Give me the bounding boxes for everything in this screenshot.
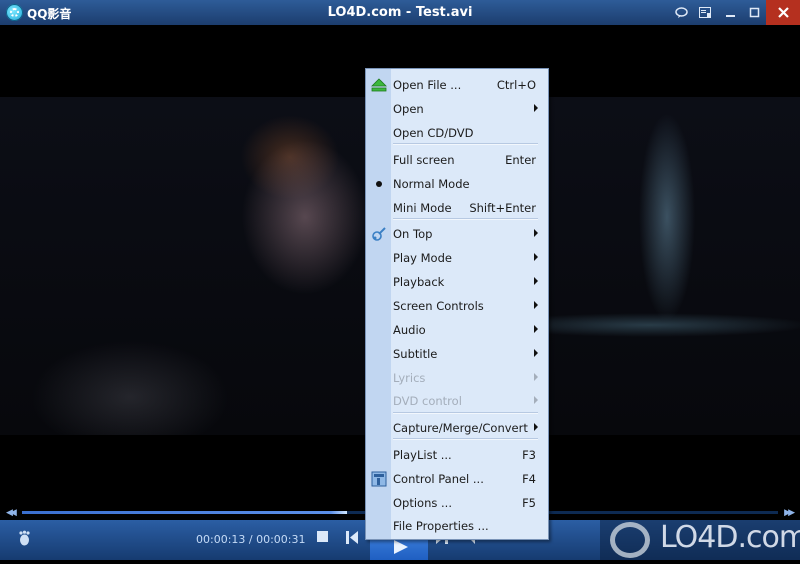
menu-item-shortcut: F5 (522, 496, 536, 510)
lo4d-logo-icon (610, 522, 650, 558)
menu-item-shortcut: F4 (522, 472, 536, 486)
menu-item-label: Open File ... (393, 78, 462, 92)
menu-item-subtitle[interactable]: Subtitle (366, 342, 548, 366)
menu-item-shortcut: Ctrl+O (496, 78, 536, 92)
submenu-arrow-icon (534, 349, 538, 357)
submenu-arrow-icon (534, 104, 538, 112)
submenu-arrow-icon (534, 277, 538, 285)
menu-item-on-top[interactable]: On Top (366, 222, 548, 246)
seek-back-icon[interactable]: ◀◀ (6, 508, 17, 518)
menu-item-label: Options ... (393, 496, 452, 510)
menu-item-label: Playback (393, 275, 445, 289)
minimize-button[interactable] (718, 0, 742, 25)
qq-player-logo-icon[interactable] (6, 4, 23, 21)
menu-item-full-screen[interactable]: Full screen Enter (366, 148, 548, 172)
chat-bubble-icon[interactable] (669, 0, 693, 25)
seek-forward-icon[interactable]: ▶▶ (784, 508, 795, 518)
eject-icon (371, 77, 387, 93)
submenu-arrow-icon (534, 229, 538, 237)
menu-item-label: Lyrics (393, 371, 426, 385)
menu-item-open-cd-dvd[interactable]: Open CD/DVD (366, 121, 548, 145)
menu-item-normal-mode[interactable]: Normal Mode (366, 172, 548, 196)
menu-item-file-properties[interactable]: File Properties ... (366, 514, 548, 538)
submenu-arrow-icon (534, 325, 538, 333)
submenu-arrow-icon (534, 301, 538, 309)
close-button[interactable] (766, 0, 800, 25)
menu-item-open-file[interactable]: Open File ... Ctrl+O (366, 73, 548, 97)
menu-item-label: Play Mode (393, 251, 452, 265)
menu-item-screen-controls[interactable]: Screen Controls (366, 294, 548, 318)
control-panel-icon (371, 471, 387, 487)
menu-item-label: Normal Mode (393, 177, 470, 191)
menu-item-label: Control Panel ... (393, 472, 484, 486)
submenu-arrow-icon (534, 253, 538, 261)
menu-item-options[interactable]: Options ... F5 (366, 491, 548, 515)
title-bar: QQ影音 LO4D.com - Test.avi (0, 0, 800, 25)
minimize-icon (725, 15, 735, 17)
menu-item-shortcut: F3 (522, 448, 536, 462)
menu-item-label: Open CD/DVD (393, 126, 474, 140)
close-icon (777, 7, 789, 18)
previous-icon (346, 531, 358, 544)
menu-item-playback[interactable]: Playback (366, 270, 548, 294)
menu-item-label: Mini Mode (393, 201, 452, 215)
radio-bullet-icon (376, 181, 382, 187)
app-name[interactable]: QQ影音 (27, 5, 71, 22)
menu-item-label: On Top (393, 227, 433, 241)
previous-button[interactable] (346, 531, 358, 548)
menu-item-playlist[interactable]: PlayList ... F3 (366, 443, 548, 467)
menu-item-audio[interactable]: Audio (366, 318, 548, 342)
playlist-panel-icon[interactable] (693, 0, 717, 25)
submenu-arrow-icon (534, 423, 538, 431)
menu-item-control-panel[interactable]: Control Panel ... F4 (366, 467, 548, 491)
menu-item-open[interactable]: Open (366, 97, 548, 121)
menu-item-label: PlayList ... (393, 448, 452, 462)
seek-progress (22, 511, 348, 514)
submenu-arrow-icon (534, 396, 538, 404)
maximize-icon (749, 7, 759, 18)
stop-icon (317, 531, 328, 542)
menu-item-label: Audio (393, 323, 426, 337)
submenu-arrow-icon (534, 373, 538, 381)
footprint-icon[interactable] (16, 530, 34, 552)
menu-item-shortcut: Shift+Enter (469, 201, 536, 215)
menu-item-label: Full screen (393, 153, 455, 167)
menu-item-label: File Properties ... (393, 519, 489, 533)
context-menu: Open File ... Ctrl+O Open Open CD/DVD Full s… (365, 68, 549, 540)
menu-item-mini-mode[interactable]: Mini Mode Shift+Enter (366, 196, 548, 220)
menu-item-label: DVD control (393, 394, 462, 408)
menu-item-shortcut: Enter (505, 153, 536, 167)
watermark-text: LO4D.com (660, 520, 800, 555)
pin-icon (371, 226, 387, 242)
menu-item-label: Subtitle (393, 347, 438, 361)
menu-item-label: Capture/Merge/Convert (393, 421, 528, 435)
menu-item-capture-merge-convert[interactable]: Capture/Merge/Convert (366, 416, 548, 440)
menu-item-label: Open (393, 102, 424, 116)
menu-item-label: Screen Controls (393, 299, 484, 313)
stop-button[interactable] (317, 531, 328, 546)
menu-item-dvd-control: DVD control (366, 389, 548, 413)
menu-item-play-mode[interactable]: Play Mode (366, 246, 548, 270)
maximize-button[interactable] (742, 0, 766, 25)
time-display: 00:00:13 / 00:00:31 (196, 533, 306, 546)
menu-item-lyrics: Lyrics (366, 366, 548, 390)
